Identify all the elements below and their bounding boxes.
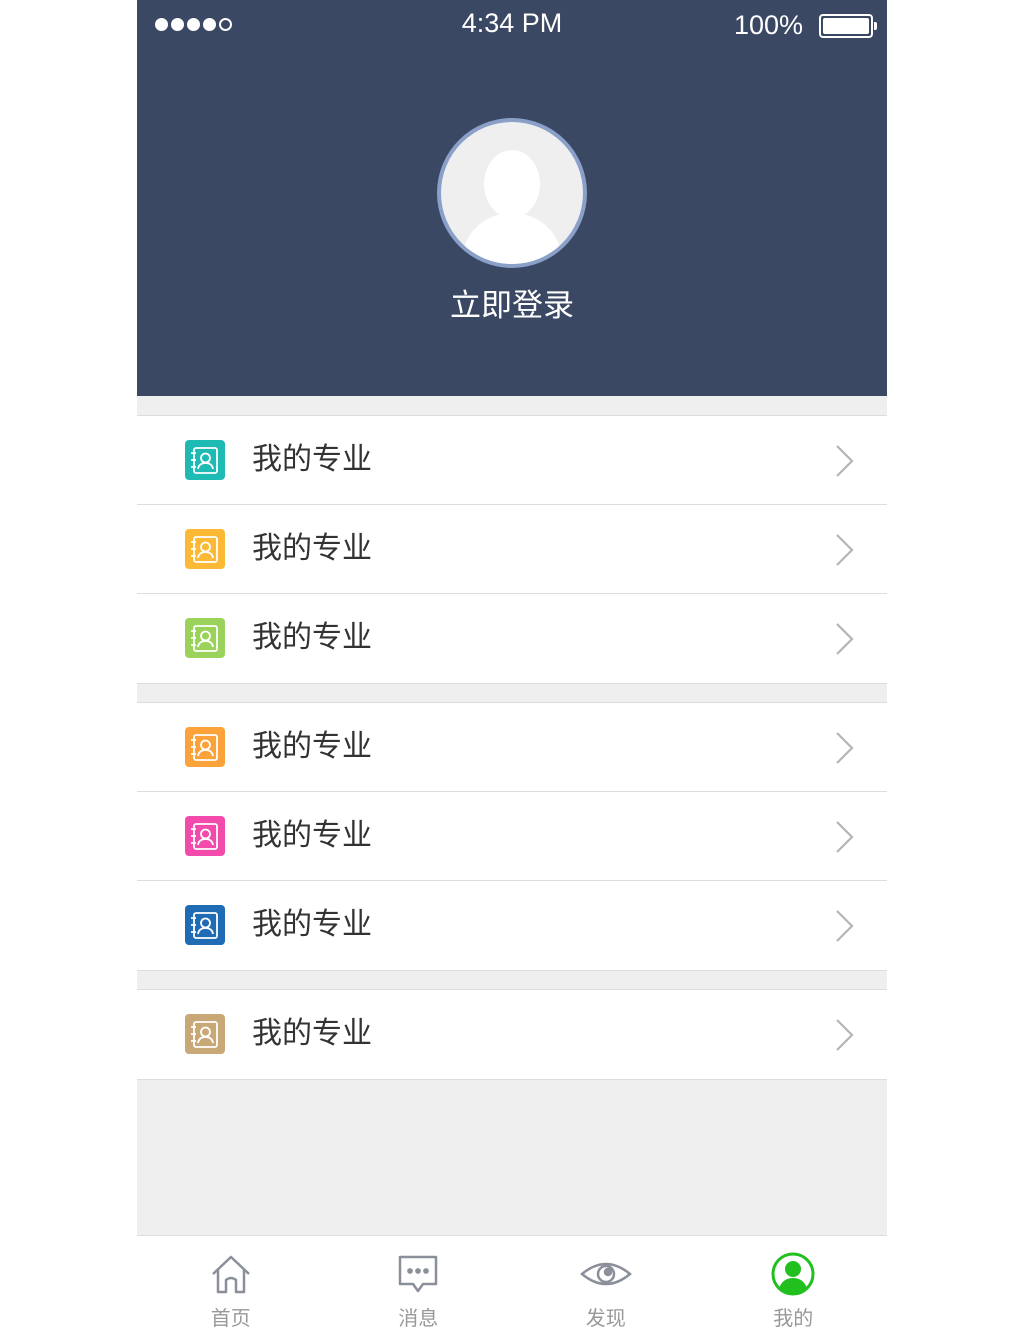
tab-home[interactable]: 首页 [137,1236,325,1334]
menu-item[interactable]: 我的专业 [137,416,887,505]
contact-book-icon [185,905,225,945]
chevron-right-icon [831,820,857,854]
menu-item[interactable]: 我的专业 [137,703,887,792]
tab-discover[interactable]: 发现 [512,1236,700,1334]
menu-item-label: 我的专业 [252,442,372,477]
menu-item[interactable]: 我的专业 [137,881,887,970]
menu-item-label: 我的专业 [252,729,372,764]
menu-item-label: 我的专业 [252,907,372,942]
menu-section: 我的专业 我的专业 我的专业 [137,703,887,970]
menu-section: 我的专业 [137,990,887,1079]
profile-screen: 4:34 PM 100% 立即登录 我的专业 我的专业 我的专业 我的专业 我的专业 我的… [137,0,887,1334]
contact-book-icon [185,529,225,569]
tab-home-label: 首页 [210,1306,251,1330]
home-icon [209,1252,253,1296]
status-bar: 4:34 PM 100% [137,0,887,50]
bottom-tab-bar: 首页 消息 发现 我的 [137,1235,887,1334]
section-divider [137,1079,887,1080]
chevron-right-icon [831,444,857,478]
default-avatar-icon [441,122,583,264]
menu-item[interactable]: 我的专业 [137,594,887,683]
menu-item-label: 我的专业 [252,818,372,853]
message-icon [396,1252,440,1296]
chevron-right-icon [831,731,857,765]
chevron-right-icon [831,622,857,656]
battery-icon [819,14,877,38]
chevron-right-icon [831,909,857,943]
contact-book-icon [185,440,225,480]
contact-book-icon [185,618,225,658]
chevron-right-icon [831,1018,857,1052]
avatar[interactable] [437,118,587,268]
user-circle-icon [771,1252,815,1296]
menu-item[interactable]: 我的专业 [137,792,887,881]
tab-profile[interactable]: 我的 [700,1236,888,1334]
login-link[interactable]: 立即登录 [137,280,887,325]
tab-discover-label: 发现 [585,1306,626,1330]
tab-profile-label: 我的 [773,1306,814,1330]
menu-item[interactable]: 我的专业 [137,990,887,1079]
contact-book-icon [185,727,225,767]
profile-header: 4:34 PM 100% 立即登录 [137,0,887,396]
menu-section: 我的专业 我的专业 我的专业 [137,416,887,683]
tab-messages-label: 消息 [398,1306,439,1330]
menu-item-label: 我的专业 [252,531,372,566]
section-divider [137,970,887,971]
menu-item-label: 我的专业 [252,1016,372,1051]
battery-percentage: 100% [733,10,803,40]
chevron-right-icon [831,533,857,567]
tab-messages[interactable]: 消息 [325,1236,513,1334]
menu-item-label: 我的专业 [252,620,372,655]
contact-book-icon [185,816,225,856]
section-divider [137,683,887,684]
contact-book-icon [185,1014,225,1054]
menu-item[interactable]: 我的专业 [137,505,887,594]
eye-icon [579,1252,632,1296]
